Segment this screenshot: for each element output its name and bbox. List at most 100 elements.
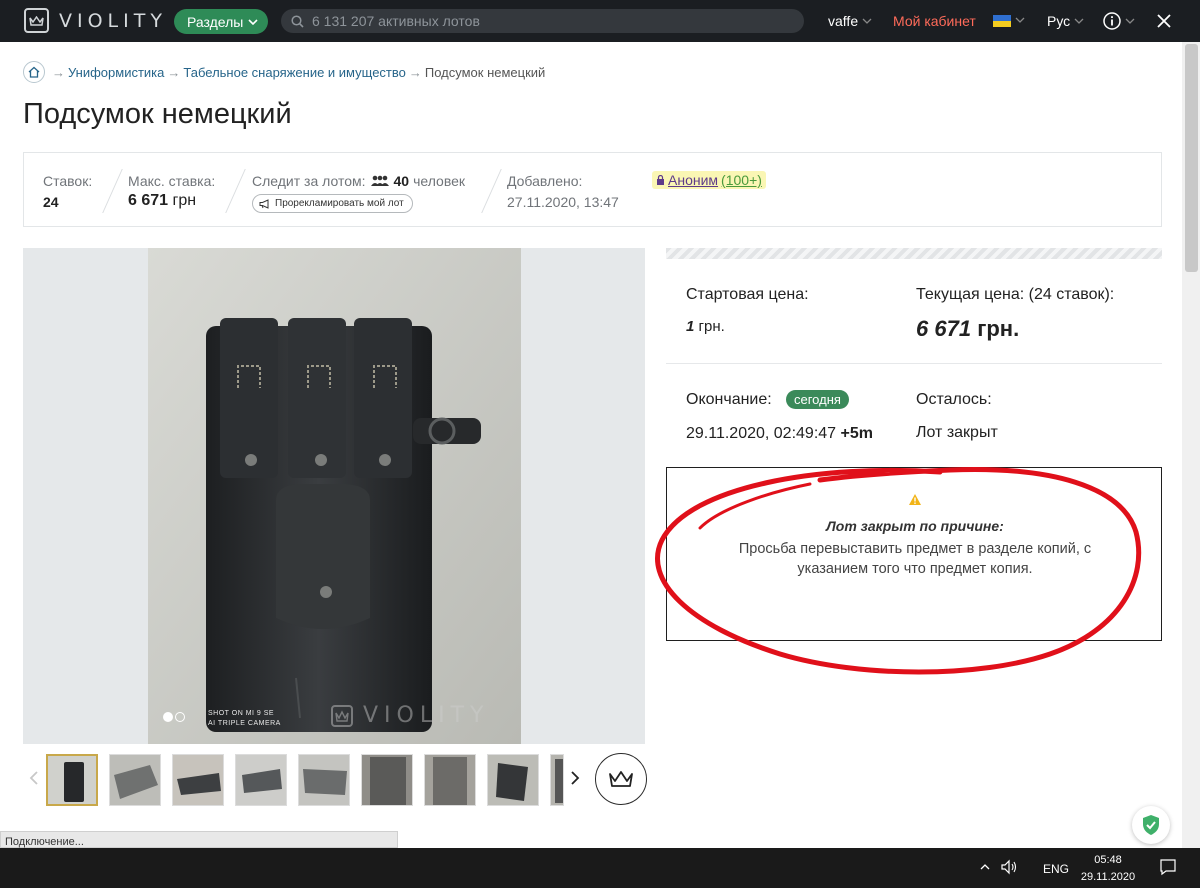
ukraine-flag-icon[interactable]	[993, 15, 1011, 27]
lot-photo[interactable]	[148, 248, 521, 744]
today-badge: сегодня	[786, 390, 849, 409]
watermark-text: VIOLITY	[363, 703, 490, 728]
thumbnail[interactable]	[109, 754, 161, 806]
pagination-dot[interactable]	[163, 712, 173, 722]
taskbar-date: 29.11.2020	[1080, 871, 1136, 883]
divider	[666, 363, 1162, 364]
breadcrumb-separator: →	[408, 64, 422, 80]
chevron-up-icon[interactable]	[979, 860, 991, 874]
speaker-icon[interactable]	[1000, 859, 1018, 875]
my-cabinet-link[interactable]: Мой кабинет	[893, 13, 976, 29]
page-title: Подсумок немецкий	[23, 98, 292, 130]
top-navigation-bar: VIOLITY Разделы vaffe Мой кабинет Рус	[0, 0, 1200, 42]
camera-watermark: SHOT ON MI 9 SE AI TRIPLE CAMERA	[208, 709, 281, 729]
logo-text: VIOLITY	[59, 9, 167, 32]
megaphone-icon	[259, 198, 269, 209]
remaining-value: Лот закрыт	[916, 424, 998, 441]
scrollbar-thumb[interactable]	[1185, 44, 1198, 272]
red-annotation-ellipse	[655, 467, 1142, 675]
chevron-down-icon	[248, 18, 258, 25]
search-bar[interactable]	[281, 9, 804, 33]
language-label: Рус	[1047, 13, 1071, 29]
thumbnail[interactable]	[172, 754, 224, 806]
current-price: 6 671 грн.	[916, 316, 1019, 342]
main-image-viewer[interactable]	[23, 248, 645, 744]
camera-watermark-line1: SHOT ON MI 9 SE	[208, 710, 275, 717]
promote-lot-button[interactable]: Прорекламировать мой лот	[252, 194, 413, 213]
browser-status-bar: Подключение...	[0, 831, 398, 848]
breadcrumb-link-equipment[interactable]: Табельное снаряжение и имущество	[183, 65, 405, 80]
image-pagination[interactable]	[163, 712, 185, 722]
taskbar-language[interactable]: ENG	[1043, 862, 1069, 876]
chevron-down-icon	[862, 18, 872, 24]
thumbnail[interactable]	[298, 754, 350, 806]
stats-divider	[225, 169, 246, 213]
end-extension: +5m	[840, 425, 873, 442]
start-price-currency: грн.	[698, 318, 725, 335]
user-menu[interactable]: vaffe	[828, 13, 872, 29]
help-menu[interactable]	[1103, 12, 1135, 30]
chevron-down-icon	[1074, 18, 1084, 24]
watching-count: 40	[393, 173, 410, 189]
watching-info: Следит за лотом: 40 человек	[252, 173, 465, 189]
bids-label: Ставок:	[43, 173, 93, 189]
breadcrumb: → Униформистика → Табельное снаряжение и…	[23, 61, 545, 83]
current-price-label: Текущая цена: (24 ставок):	[916, 286, 1115, 303]
thumbnail[interactable]	[424, 754, 476, 806]
current-price-value: 6 671	[916, 316, 972, 341]
thumbnail[interactable]	[487, 754, 539, 806]
chevron-down-icon	[1125, 18, 1135, 24]
protection-badge[interactable]	[1132, 806, 1170, 844]
search-input[interactable]	[312, 13, 792, 29]
home-icon[interactable]	[23, 61, 45, 83]
chevron-down-icon[interactable]	[1015, 13, 1025, 27]
shield-check-icon	[1143, 815, 1159, 835]
chevron-left-icon[interactable]	[29, 770, 39, 786]
close-icon[interactable]	[1155, 12, 1173, 30]
thumbnail-strip	[46, 754, 575, 806]
decorative-stripes	[666, 248, 1162, 259]
seller-link[interactable]: Аноним (100+)	[652, 171, 766, 189]
max-bid: 6 671 грн	[128, 192, 196, 210]
start-price-label: Стартовая цена:	[686, 286, 809, 303]
crown-icon	[609, 771, 633, 787]
thumbnail[interactable]	[361, 754, 413, 806]
pouch-photo-image	[148, 248, 521, 744]
max-bid-currency: грн	[172, 192, 197, 209]
added-value: 27.11.2020, 13:47	[507, 194, 619, 210]
taskbar-time: 05:48	[1094, 854, 1122, 866]
lot-stats-panel: Ставок: 24 Макс. ставка: 6 671 грн Следи…	[23, 152, 1162, 227]
current-price-currency: грн.	[977, 316, 1020, 341]
crown-logo-icon	[331, 704, 353, 727]
language-selector[interactable]: Рус	[1047, 13, 1084, 29]
breadcrumb-link-uniforms[interactable]: Униформистика	[68, 65, 164, 80]
seller-name: Аноним	[668, 172, 719, 188]
end-date-value: 29.11.2020, 02:49:47	[686, 425, 837, 442]
crown-logo-icon	[24, 8, 49, 33]
max-bid-value: 6 671	[128, 192, 169, 209]
end-label: Окончание:	[686, 391, 772, 408]
breadcrumb-current: Подсумок немецкий	[424, 64, 546, 80]
sections-button[interactable]: Разделы	[174, 9, 269, 34]
bids-value: 24	[43, 194, 59, 210]
thumbnail[interactable]	[550, 754, 564, 806]
username: vaffe	[828, 13, 859, 29]
thumbnail[interactable]	[46, 754, 98, 806]
promote-lot-label: Прорекламировать мой лот	[275, 198, 404, 209]
premium-crown-button[interactable]	[595, 753, 647, 805]
max-bid-label: Макс. ставка:	[128, 173, 216, 189]
seller-rating: (100+)	[721, 172, 762, 188]
thumbnail[interactable]	[235, 754, 287, 806]
pagination-dot[interactable]	[175, 712, 185, 722]
taskbar-clock[interactable]: 05:48 29.11.2020	[1080, 852, 1136, 886]
chevron-right-icon[interactable]	[570, 770, 580, 786]
remaining-label: Осталось:	[916, 391, 992, 408]
start-price-value: 1	[686, 318, 695, 335]
windows-taskbar	[0, 848, 1200, 888]
notification-icon[interactable]	[1159, 858, 1177, 876]
violity-logo[interactable]: VIOLITY	[24, 8, 167, 33]
search-icon	[291, 14, 304, 28]
sections-label: Разделы	[187, 13, 244, 30]
lock-icon	[657, 175, 664, 185]
watching-unit: человек	[413, 173, 466, 189]
